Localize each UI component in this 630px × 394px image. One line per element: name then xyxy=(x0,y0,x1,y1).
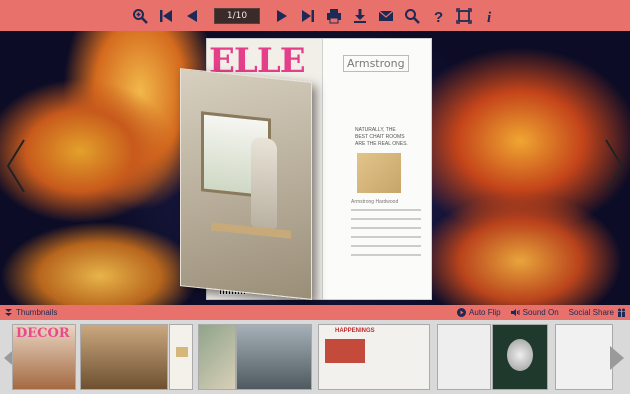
ad-page[interactable]: Armstrong NATURALLY, THE BEST CHAIT ROOM… xyxy=(322,38,432,300)
download-icon[interactable] xyxy=(350,6,370,26)
speaker-icon xyxy=(510,308,520,317)
ad-headline-line: BEST CHAIT ROOMS xyxy=(355,134,405,140)
thumbnail-swatch xyxy=(176,347,188,357)
thumbnail-page[interactable]: DECOR xyxy=(12,324,76,390)
help-icon[interactable]: ? xyxy=(428,6,448,26)
bottom-controls: Auto Flip Sound On Social Share xyxy=(457,308,630,317)
thumbnail-strip: DECOR HAPPENINGS xyxy=(0,320,630,394)
sound-button[interactable]: Sound On xyxy=(510,308,559,317)
social-share-button[interactable]: Social Share xyxy=(569,308,626,317)
first-page-icon[interactable] xyxy=(156,6,176,26)
next-page-arrow-icon[interactable] xyxy=(602,136,626,196)
thumbnail-heading: HAPPENINGS xyxy=(335,328,375,334)
thumbnail-page[interactable] xyxy=(236,324,312,390)
ad-headline-line: NATURALLY, THE xyxy=(355,127,396,133)
thumbnails-label: Thumbnails xyxy=(16,308,58,317)
svg-text:i: i xyxy=(487,10,492,24)
thumbnail-photo xyxy=(325,339,365,363)
ad-text-line xyxy=(351,209,421,211)
ad-brand: Armstrong xyxy=(343,55,409,72)
auto-flip-button[interactable]: Auto Flip xyxy=(457,308,501,317)
ad-text-line xyxy=(351,218,421,220)
ad-headline: NATURALLY, THE BEST CHAIT ROOMS ARE THE … xyxy=(355,127,415,148)
wood-swatch xyxy=(357,153,401,193)
thumbnail-watch xyxy=(507,339,533,371)
ad-text-line xyxy=(351,227,421,229)
thumbnail-page[interactable] xyxy=(80,324,168,390)
page-indicator[interactable]: 1/10 xyxy=(214,7,260,24)
bottom-bar: Thumbnails Auto Flip Sound On Social Sha… xyxy=(0,305,630,320)
thumbnail-page[interactable] xyxy=(437,324,491,390)
play-icon xyxy=(457,308,467,317)
social-share-label: Social Share xyxy=(568,308,614,317)
ad-text-line xyxy=(351,245,421,247)
last-page-icon[interactable] xyxy=(298,6,318,26)
auto-flip-label: Auto Flip xyxy=(469,308,501,317)
thumbnail-page[interactable]: HAPPENINGS xyxy=(318,324,430,390)
print-icon[interactable] xyxy=(324,6,344,26)
thumbnail-page[interactable] xyxy=(555,324,613,390)
email-icon[interactable] xyxy=(376,6,396,26)
previous-page-arrow-icon[interactable] xyxy=(4,136,28,196)
flipbook-viewer: 1/10 ? i ELLE Armstrong NATURALLY, THE B… xyxy=(0,0,630,394)
fullscreen-icon[interactable] xyxy=(454,6,474,26)
thumbnails-toggle[interactable]: Thumbnails xyxy=(0,308,57,317)
thumbnail-page[interactable] xyxy=(198,324,236,390)
info-icon[interactable]: i xyxy=(480,6,500,26)
zoom-in-icon[interactable] xyxy=(130,6,150,26)
people-icon xyxy=(617,308,626,317)
svg-text:?: ? xyxy=(434,9,443,24)
ad-text-line xyxy=(351,254,421,256)
sound-label: Sound On xyxy=(522,308,559,317)
ad-headline-line: ARE THE REAL ONES. xyxy=(355,141,408,147)
next-page-icon[interactable] xyxy=(272,6,292,26)
thumbnail-cover-text: DECOR xyxy=(16,326,70,341)
book-stage: ELLE D Th La Armstrong NATURALLY, THE BE… xyxy=(0,31,630,305)
search-icon[interactable] xyxy=(402,6,422,26)
turning-page[interactable] xyxy=(180,68,312,300)
previous-page-icon[interactable] xyxy=(182,6,202,26)
thumbnail-page[interactable] xyxy=(169,324,193,390)
ad-text-line xyxy=(351,236,421,238)
ad-body: Armstrong Hardwood xyxy=(351,199,421,263)
page-photo-person xyxy=(251,136,277,230)
top-toolbar: 1/10 ? i xyxy=(0,0,630,31)
thumbnail-page[interactable] xyxy=(492,324,548,390)
double-chevron-down-icon xyxy=(4,308,13,317)
thumbnails-next-icon[interactable] xyxy=(609,345,625,371)
ad-product: Armstrong Hardwood xyxy=(351,199,399,205)
